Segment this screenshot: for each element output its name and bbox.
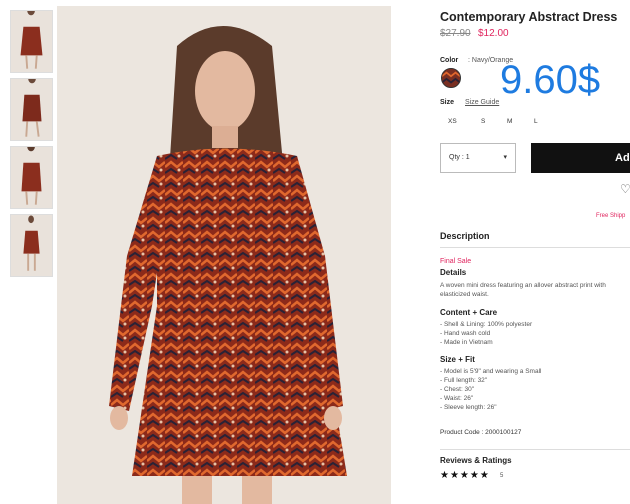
size-label: Size	[440, 99, 455, 106]
color-label: Color	[440, 57, 459, 64]
quantity-value: Qty : 1	[449, 154, 470, 161]
quantity-select[interactable]: Qty : 1 ▾	[440, 143, 516, 173]
final-sale-label: Final Sale	[440, 258, 472, 265]
thumbnail-back[interactable]	[10, 146, 53, 209]
divider	[440, 449, 630, 450]
size-fit-list: - Model is 5'9" and wearing a Small - Fu…	[440, 367, 541, 412]
original-price: $27.90	[440, 28, 471, 39]
size-fit-heading: Size + Fit	[440, 355, 475, 364]
review-count: 5	[500, 473, 504, 479]
size-guide-link[interactable]: Size Guide	[465, 99, 499, 106]
content-care-heading: Content + Care	[440, 308, 498, 317]
details-text: A woven mini dress featuring an allover …	[440, 282, 606, 298]
heart-icon[interactable]: ♡	[620, 182, 630, 196]
overlay-price: 9.60$	[500, 58, 601, 102]
reviews-heading[interactable]: Reviews & Ratings	[440, 456, 512, 465]
list-item: - Sleeve length: 26"	[440, 404, 497, 411]
list-item: - Made in Vietnam	[440, 339, 493, 346]
sale-price: $12.00	[478, 28, 509, 39]
size-option-l[interactable]: L	[534, 118, 538, 125]
list-item: - Hand wash cold	[440, 330, 491, 337]
list-item: - Chest: 30"	[440, 386, 475, 393]
star-rating: ★★★★★	[440, 470, 490, 481]
add-to-bag-button[interactable]: Add	[531, 143, 630, 173]
dropdown-caret-icon: ▾	[503, 154, 507, 161]
list-item: - Model is 5'9" and wearing a Small	[440, 368, 542, 375]
list-item: - Shell & Lining: 100% polyester	[440, 321, 533, 328]
size-option-xs[interactable]: XS	[448, 118, 457, 125]
details-heading: Details	[440, 268, 467, 277]
free-shipping-note: Free Shipp	[596, 213, 626, 219]
size-option-s[interactable]: S	[481, 118, 485, 125]
product-code: Product Code : 2000100127	[440, 429, 522, 436]
content-care-list: - Shell & Lining: 100% polyester - Hand …	[440, 320, 532, 347]
product-main-image	[57, 6, 391, 504]
thumbnail-side[interactable]	[10, 78, 53, 141]
thumbnail-full[interactable]	[10, 214, 53, 277]
list-item: - Waist: 26"	[440, 395, 474, 402]
thumbnail-front[interactable]	[10, 10, 53, 73]
divider	[440, 247, 630, 248]
description-heading[interactable]: Description	[440, 231, 490, 241]
size-option-m[interactable]: M	[507, 118, 512, 125]
product-title: Contemporary Abstract Dress	[440, 10, 618, 24]
color-swatch[interactable]	[441, 68, 461, 88]
list-item: - Full length: 32"	[440, 377, 488, 384]
